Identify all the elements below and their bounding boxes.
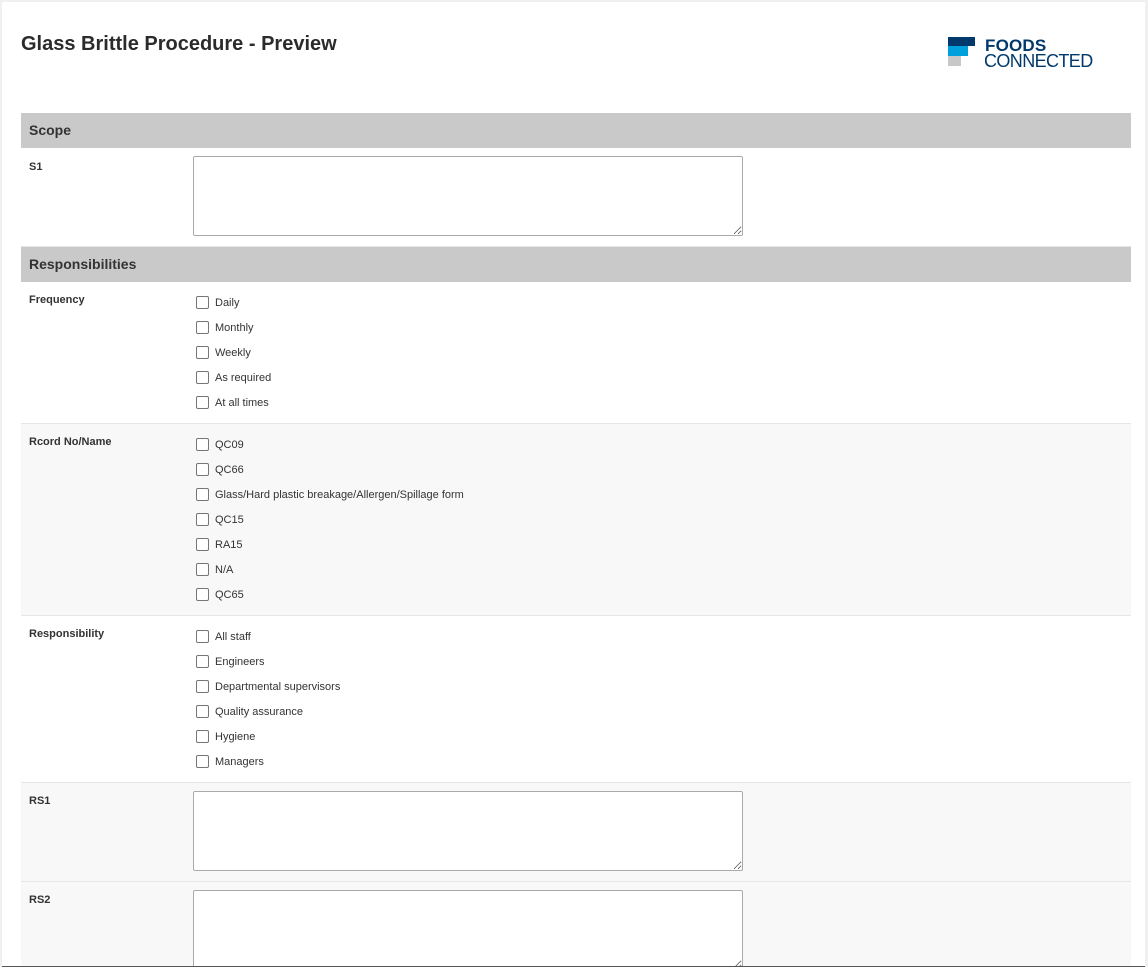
rs1-label: RS1: [29, 795, 51, 807]
row-record-no-name: Rcord No/Name QC09 QC66 Glass/Hard plastic…: [21, 424, 1131, 616]
checkbox-option[interactable]: At all times: [196, 390, 271, 415]
checkbox[interactable]: [196, 705, 209, 718]
record-no-name-label: Rcord No/Name: [29, 436, 112, 448]
row-responsibility: Responsibility All staff Engineers Departm…: [21, 616, 1131, 783]
checkbox[interactable]: [196, 371, 209, 384]
checkbox-option[interactable]: QC66: [196, 457, 464, 482]
checkbox-option[interactable]: Weekly: [196, 340, 271, 365]
checkbox-label: QC66: [215, 463, 244, 476]
logo-mark-icon: [948, 37, 976, 67]
checkbox-option[interactable]: Engineers: [196, 649, 340, 674]
procedure-form: Scope S1 Responsibilities Frequency Dail…: [21, 113, 1131, 966]
checkbox[interactable]: [196, 630, 209, 643]
section-header-scope: Scope: [21, 113, 1131, 148]
row-s1: S1: [21, 148, 1131, 247]
checkbox-label: QC15: [215, 513, 244, 526]
checkbox-label: N/A: [215, 563, 234, 576]
checkbox-label: Managers: [215, 755, 264, 768]
responsibility-options: All staff Engineers Departmental superviso…: [196, 624, 340, 774]
checkbox-label: As required: [215, 371, 272, 384]
frequency-label: Frequency: [29, 294, 85, 306]
checkbox[interactable]: [196, 680, 209, 693]
checkbox-option[interactable]: Monthly: [196, 315, 271, 340]
rs1-textarea[interactable]: [193, 791, 743, 871]
checkbox-label: Monthly: [215, 321, 254, 334]
s1-label: S1: [29, 161, 43, 173]
frequency-options: Daily Monthly Weekly As required At all time…: [196, 290, 271, 415]
page-title: Glass Brittle Procedure - Preview: [21, 33, 337, 55]
foods-connected-logo: FOODS CONNECTED: [948, 36, 1098, 73]
checkbox-option[interactable]: QC09: [196, 432, 464, 457]
checkbox[interactable]: [196, 730, 209, 743]
checkbox[interactable]: [196, 488, 209, 501]
checkbox[interactable]: [196, 296, 209, 309]
checkbox-option[interactable]: As required: [196, 365, 271, 390]
checkbox-label: All staff: [215, 630, 251, 643]
form-preview-page: Glass Brittle Procedure - Preview FOODS …: [2, 2, 1145, 967]
checkbox[interactable]: [196, 346, 209, 359]
rs2-textarea[interactable]: [193, 890, 743, 966]
checkbox-label: QC09: [215, 438, 244, 451]
checkbox[interactable]: [196, 463, 209, 476]
record-options: QC09 QC66 Glass/Hard plastic breakage/Alle…: [196, 432, 464, 607]
checkbox[interactable]: [196, 321, 209, 334]
checkbox-option[interactable]: N/A: [196, 557, 464, 582]
checkbox[interactable]: [196, 755, 209, 768]
checkbox-option[interactable]: Glass/Hard plastic breakage/Allergen/Spi…: [196, 482, 464, 507]
checkbox-option[interactable]: Daily: [196, 290, 271, 315]
logo-text-connected: CONNECTED: [984, 51, 1093, 71]
checkbox[interactable]: [196, 588, 209, 601]
checkbox-label: Daily: [215, 296, 240, 309]
checkbox-option[interactable]: Hygiene: [196, 724, 340, 749]
responsibility-label: Responsibility: [29, 628, 105, 640]
checkbox-label: Quality assurance: [215, 705, 304, 718]
checkbox-label: At all times: [215, 396, 269, 409]
row-frequency: Frequency Daily Monthly Weekly As required A…: [21, 282, 1131, 424]
checkbox-label: Departmental supervisors: [215, 680, 341, 693]
checkbox-label: RA15: [215, 538, 243, 551]
checkbox-option[interactable]: QC65: [196, 582, 464, 607]
section-header-responsibilities: Responsibilities: [21, 247, 1131, 282]
checkbox-option[interactable]: All staff: [196, 624, 340, 649]
checkbox-option[interactable]: RA15: [196, 532, 464, 557]
checkbox-option[interactable]: Managers: [196, 749, 340, 774]
checkbox-label: Hygiene: [215, 730, 256, 743]
s1-textarea[interactable]: [193, 156, 743, 236]
checkbox-label: Engineers: [215, 655, 265, 668]
checkbox[interactable]: [196, 513, 209, 526]
checkbox-option[interactable]: QC15: [196, 507, 464, 532]
row-rs1: RS1: [21, 783, 1131, 882]
checkbox-label: QC65: [215, 588, 244, 601]
checkbox[interactable]: [196, 655, 209, 668]
rs2-label: RS2: [29, 894, 51, 906]
checkbox[interactable]: [196, 563, 209, 576]
checkbox[interactable]: [196, 438, 209, 451]
checkbox-label: Weekly: [215, 346, 251, 359]
row-rs2: RS2: [21, 882, 1131, 966]
checkbox-option[interactable]: Quality assurance: [196, 699, 340, 724]
checkbox[interactable]: [196, 396, 209, 409]
checkbox-label: Glass/Hard plastic breakage/Allergen/Spi…: [215, 488, 464, 501]
checkbox[interactable]: [196, 538, 209, 551]
checkbox-option[interactable]: Departmental supervisors: [196, 674, 340, 699]
